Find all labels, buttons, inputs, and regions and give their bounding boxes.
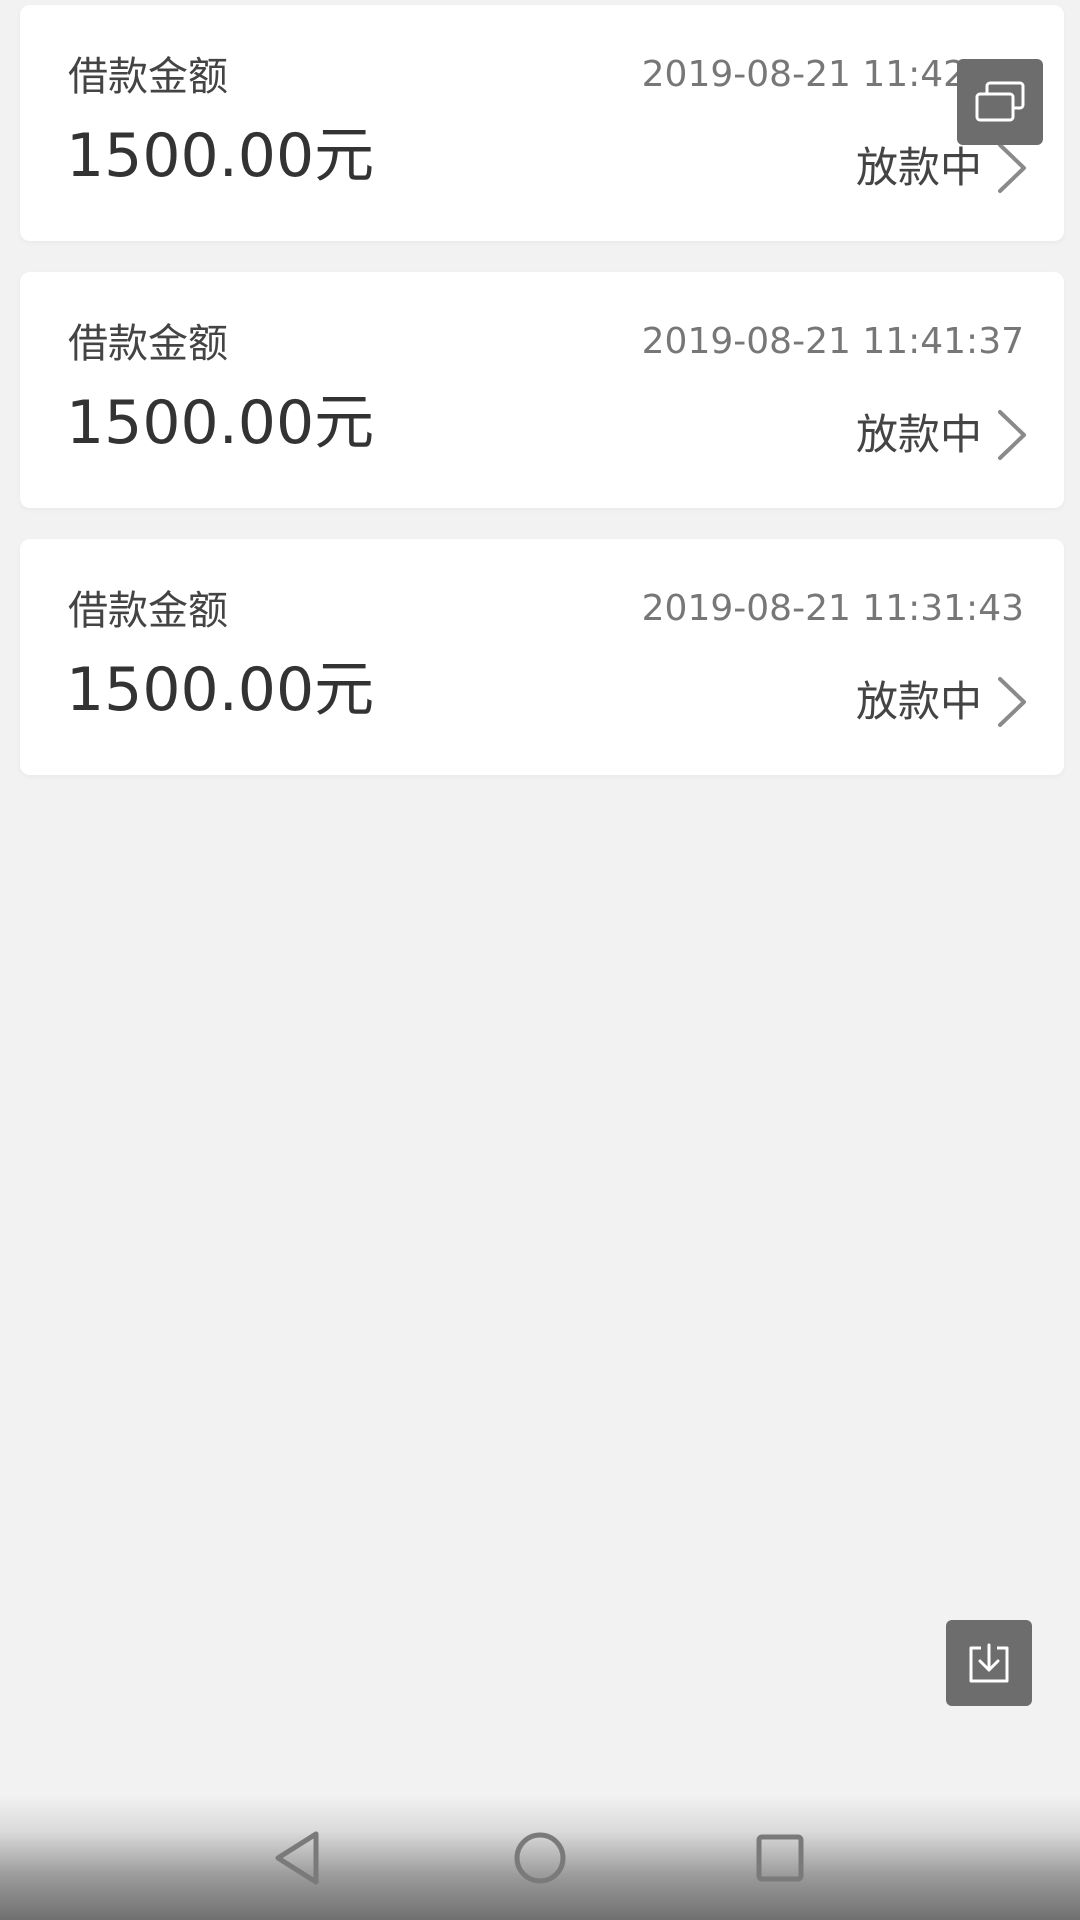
download-icon <box>969 1643 1009 1683</box>
loan-amount-value: 1500.00元 <box>66 388 375 458</box>
system-navigation-bar <box>0 1795 1080 1920</box>
loan-status-link[interactable]: 放款中 <box>856 138 1028 198</box>
nav-home-icon <box>514 1832 566 1884</box>
download-button[interactable] <box>946 1620 1032 1706</box>
multi-window-icon <box>975 81 1025 122</box>
loan-status-text: 放款中 <box>855 410 982 459</box>
loan-amount-label: 借款金额 <box>68 54 228 100</box>
nav-back-button[interactable] <box>263 1825 333 1891</box>
loan-status-text: 放款中 <box>855 677 982 726</box>
loan-time: 2019-08-21 11:41:37 <box>641 321 1024 362</box>
nav-recent-icon <box>756 1834 804 1882</box>
loan-amount-label: 借款金额 <box>68 588 228 634</box>
nav-recent-button[interactable] <box>745 1825 815 1891</box>
loan-record-card[interactable]: 借款金额 2019-08-21 11:42:34 1500.00元 放款中 <box>20 5 1064 241</box>
loan-amount-value: 1500.00元 <box>66 655 375 725</box>
multi-window-button[interactable] <box>957 59 1043 145</box>
nav-back-icon <box>275 1831 319 1885</box>
loan-time: 2019-08-21 11:31:43 <box>641 588 1024 629</box>
loan-record-card[interactable]: 借款金额 2019-08-21 11:41:37 1500.00元 放款中 <box>20 272 1064 508</box>
loan-status-link[interactable]: 放款中 <box>856 672 1028 732</box>
chevron-right-icon <box>998 410 1026 460</box>
loan-status-link[interactable]: 放款中 <box>856 405 1028 465</box>
loan-record-card[interactable]: 借款金额 2019-08-21 11:31:43 1500.00元 放款中 <box>20 539 1064 775</box>
loan-amount-value: 1500.00元 <box>66 121 375 191</box>
loan-amount-label: 借款金额 <box>68 321 228 367</box>
loan-status-text: 放款中 <box>855 143 982 192</box>
chevron-right-icon <box>998 677 1026 727</box>
nav-home-button[interactable] <box>505 1825 575 1891</box>
chevron-right-icon <box>998 143 1026 193</box>
